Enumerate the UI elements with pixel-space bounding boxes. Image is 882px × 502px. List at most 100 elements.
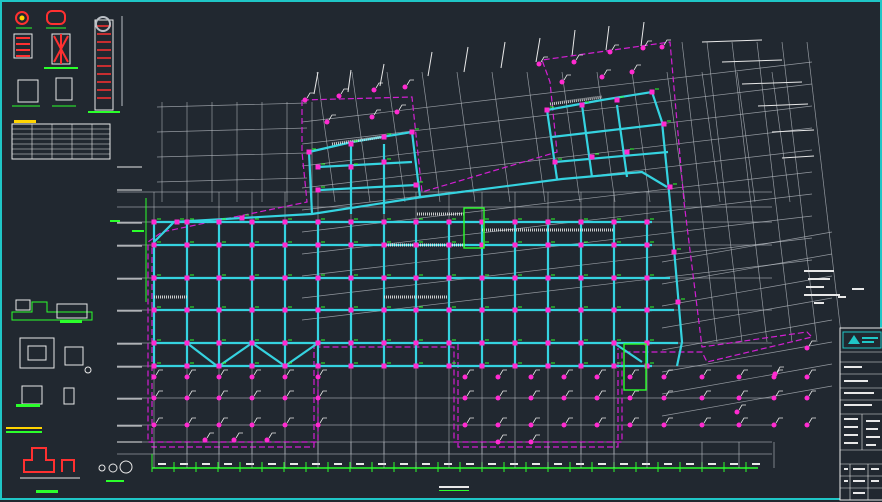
column-marker[interactable] <box>667 184 673 190</box>
dimension-text[interactable] <box>378 463 386 465</box>
column-marker[interactable] <box>644 242 650 248</box>
column-marker[interactable] <box>381 242 387 248</box>
pile-marker[interactable] <box>495 374 501 380</box>
pile-marker[interactable] <box>231 437 237 443</box>
column-marker[interactable] <box>512 219 518 225</box>
column-marker[interactable] <box>661 121 667 127</box>
column-marker[interactable] <box>184 242 190 248</box>
column-marker[interactable] <box>446 219 452 225</box>
dimension-text[interactable] <box>730 463 738 465</box>
pile-marker[interactable] <box>151 422 157 428</box>
column-marker[interactable] <box>151 307 157 313</box>
column-marker[interactable] <box>545 219 551 225</box>
pile-marker[interactable] <box>627 422 633 428</box>
dimension-text[interactable] <box>224 463 232 465</box>
pile-marker[interactable] <box>369 114 375 120</box>
column-marker[interactable] <box>348 307 354 313</box>
dimension-text[interactable] <box>488 463 496 465</box>
dimension-text[interactable] <box>202 463 210 465</box>
column-marker[interactable] <box>479 340 485 346</box>
pile-marker[interactable] <box>462 374 468 380</box>
pile-marker[interactable] <box>249 422 255 428</box>
pile-marker[interactable] <box>528 374 534 380</box>
column-marker[interactable] <box>315 275 321 281</box>
column-marker[interactable] <box>512 340 518 346</box>
dimension-text[interactable] <box>334 463 342 465</box>
pile-marker[interactable] <box>528 422 534 428</box>
column-marker[interactable] <box>249 219 255 225</box>
pile-marker[interactable] <box>594 374 600 380</box>
dimension-text[interactable] <box>642 463 650 465</box>
pile-marker[interactable] <box>216 422 222 428</box>
pile-marker[interactable] <box>495 395 501 401</box>
column-marker[interactable] <box>348 275 354 281</box>
column-marker[interactable] <box>249 242 255 248</box>
pile-marker[interactable] <box>282 374 288 380</box>
column-marker[interactable] <box>446 307 452 313</box>
column-marker[interactable] <box>151 275 157 281</box>
pile-marker[interactable] <box>771 422 777 428</box>
pile-marker[interactable] <box>336 93 342 99</box>
column-marker[interactable] <box>611 219 617 225</box>
column-marker[interactable] <box>249 363 255 369</box>
column-marker[interactable] <box>348 141 354 147</box>
column-marker[interactable] <box>315 340 321 346</box>
column-marker[interactable] <box>644 307 650 313</box>
column-marker[interactable] <box>315 307 321 313</box>
column-marker[interactable] <box>545 307 551 313</box>
column-marker[interactable] <box>381 307 387 313</box>
column-marker[interactable] <box>216 242 222 248</box>
pile-marker[interactable] <box>607 49 613 55</box>
column-marker[interactable] <box>578 307 584 313</box>
column-marker[interactable] <box>614 97 620 103</box>
pile-marker[interactable] <box>315 422 321 428</box>
dimension-text[interactable] <box>400 463 408 465</box>
pile-marker[interactable] <box>495 422 501 428</box>
dimension-text[interactable] <box>554 463 562 465</box>
dimension-text[interactable] <box>598 463 606 465</box>
pile-marker[interactable] <box>184 374 190 380</box>
column-marker[interactable] <box>151 219 157 225</box>
column-marker[interactable] <box>413 340 419 346</box>
column-marker[interactable] <box>649 89 655 95</box>
pile-marker[interactable] <box>594 395 600 401</box>
pile-marker[interactable] <box>659 44 665 50</box>
pile-marker[interactable] <box>495 439 501 445</box>
column-marker[interactable] <box>512 242 518 248</box>
column-marker[interactable] <box>545 242 551 248</box>
pile-marker[interactable] <box>640 45 646 51</box>
column-marker[interactable] <box>184 219 190 225</box>
column-marker[interactable] <box>413 182 419 188</box>
pile-marker[interactable] <box>264 437 270 443</box>
column-marker[interactable] <box>239 215 245 221</box>
column-marker[interactable] <box>512 307 518 313</box>
column-marker[interactable] <box>306 149 312 155</box>
pile-marker[interactable] <box>561 395 567 401</box>
pile-marker[interactable] <box>629 69 635 75</box>
column-marker[interactable] <box>151 340 157 346</box>
pile-marker[interactable] <box>302 97 308 103</box>
column-marker[interactable] <box>409 129 415 135</box>
column-marker[interactable] <box>249 275 255 281</box>
dimension-text[interactable] <box>312 463 320 465</box>
pile-marker[interactable] <box>772 371 778 377</box>
dimension-text[interactable] <box>246 463 254 465</box>
column-marker[interactable] <box>446 340 452 346</box>
column-marker[interactable] <box>184 340 190 346</box>
column-marker[interactable] <box>545 363 551 369</box>
pile-marker[interactable] <box>661 374 667 380</box>
dimension-text[interactable] <box>356 463 364 465</box>
column-marker[interactable] <box>282 275 288 281</box>
column-marker[interactable] <box>216 307 222 313</box>
pile-marker[interactable] <box>315 395 321 401</box>
pile-marker[interactable] <box>394 109 400 115</box>
dimension-text[interactable] <box>132 230 144 232</box>
column-marker[interactable] <box>479 307 485 313</box>
column-marker[interactable] <box>479 275 485 281</box>
column-marker[interactable] <box>675 299 681 305</box>
pile-marker[interactable] <box>736 422 742 428</box>
pile-marker[interactable] <box>324 119 330 125</box>
dimension-text[interactable] <box>510 463 518 465</box>
column-marker[interactable] <box>282 242 288 248</box>
column-marker[interactable] <box>413 307 419 313</box>
